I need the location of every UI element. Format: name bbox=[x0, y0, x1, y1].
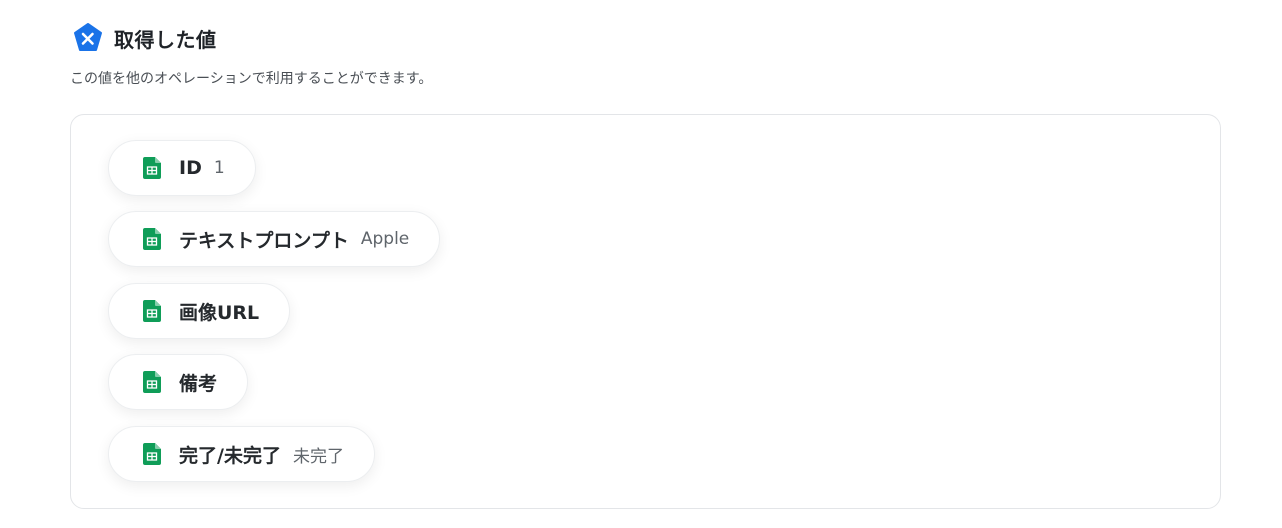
field-chip-id[interactable]: ID 1 bbox=[108, 140, 256, 196]
field-chip-text-prompt[interactable]: テキストプロンプト Apple bbox=[108, 211, 441, 267]
obtained-values-panel: ID 1 テキストプロンプト Apple 画像URL 備考 完了/未完了 未完了 bbox=[70, 114, 1221, 509]
page-subtitle: この値を他のオペレーションで利用することができます。 bbox=[70, 71, 433, 87]
field-chip-completion-status[interactable]: 完了/未完了 未完了 bbox=[108, 426, 375, 482]
google-sheets-icon bbox=[143, 443, 161, 465]
header: 取得した値 bbox=[72, 22, 217, 54]
google-sheets-icon bbox=[143, 157, 161, 179]
field-label: 完了/未完了 bbox=[179, 444, 281, 467]
field-label: 画像URL bbox=[179, 301, 260, 324]
field-label: 備考 bbox=[179, 372, 218, 395]
field-label: テキストプロンプト bbox=[179, 229, 349, 252]
google-sheets-icon bbox=[143, 300, 161, 322]
google-sheets-icon bbox=[143, 228, 161, 250]
field-value: Apple bbox=[360, 229, 410, 249]
field-chip-notes[interactable]: 備考 bbox=[108, 354, 249, 410]
field-value: 未完了 bbox=[292, 446, 344, 467]
field-chip-image-url[interactable]: 画像URL bbox=[108, 283, 291, 339]
field-label: ID bbox=[179, 157, 202, 179]
page-title: 取得した値 bbox=[114, 27, 217, 52]
field-value: 1 bbox=[213, 158, 225, 178]
yoom-x-badge-icon bbox=[72, 22, 104, 54]
google-sheets-icon bbox=[143, 371, 161, 393]
